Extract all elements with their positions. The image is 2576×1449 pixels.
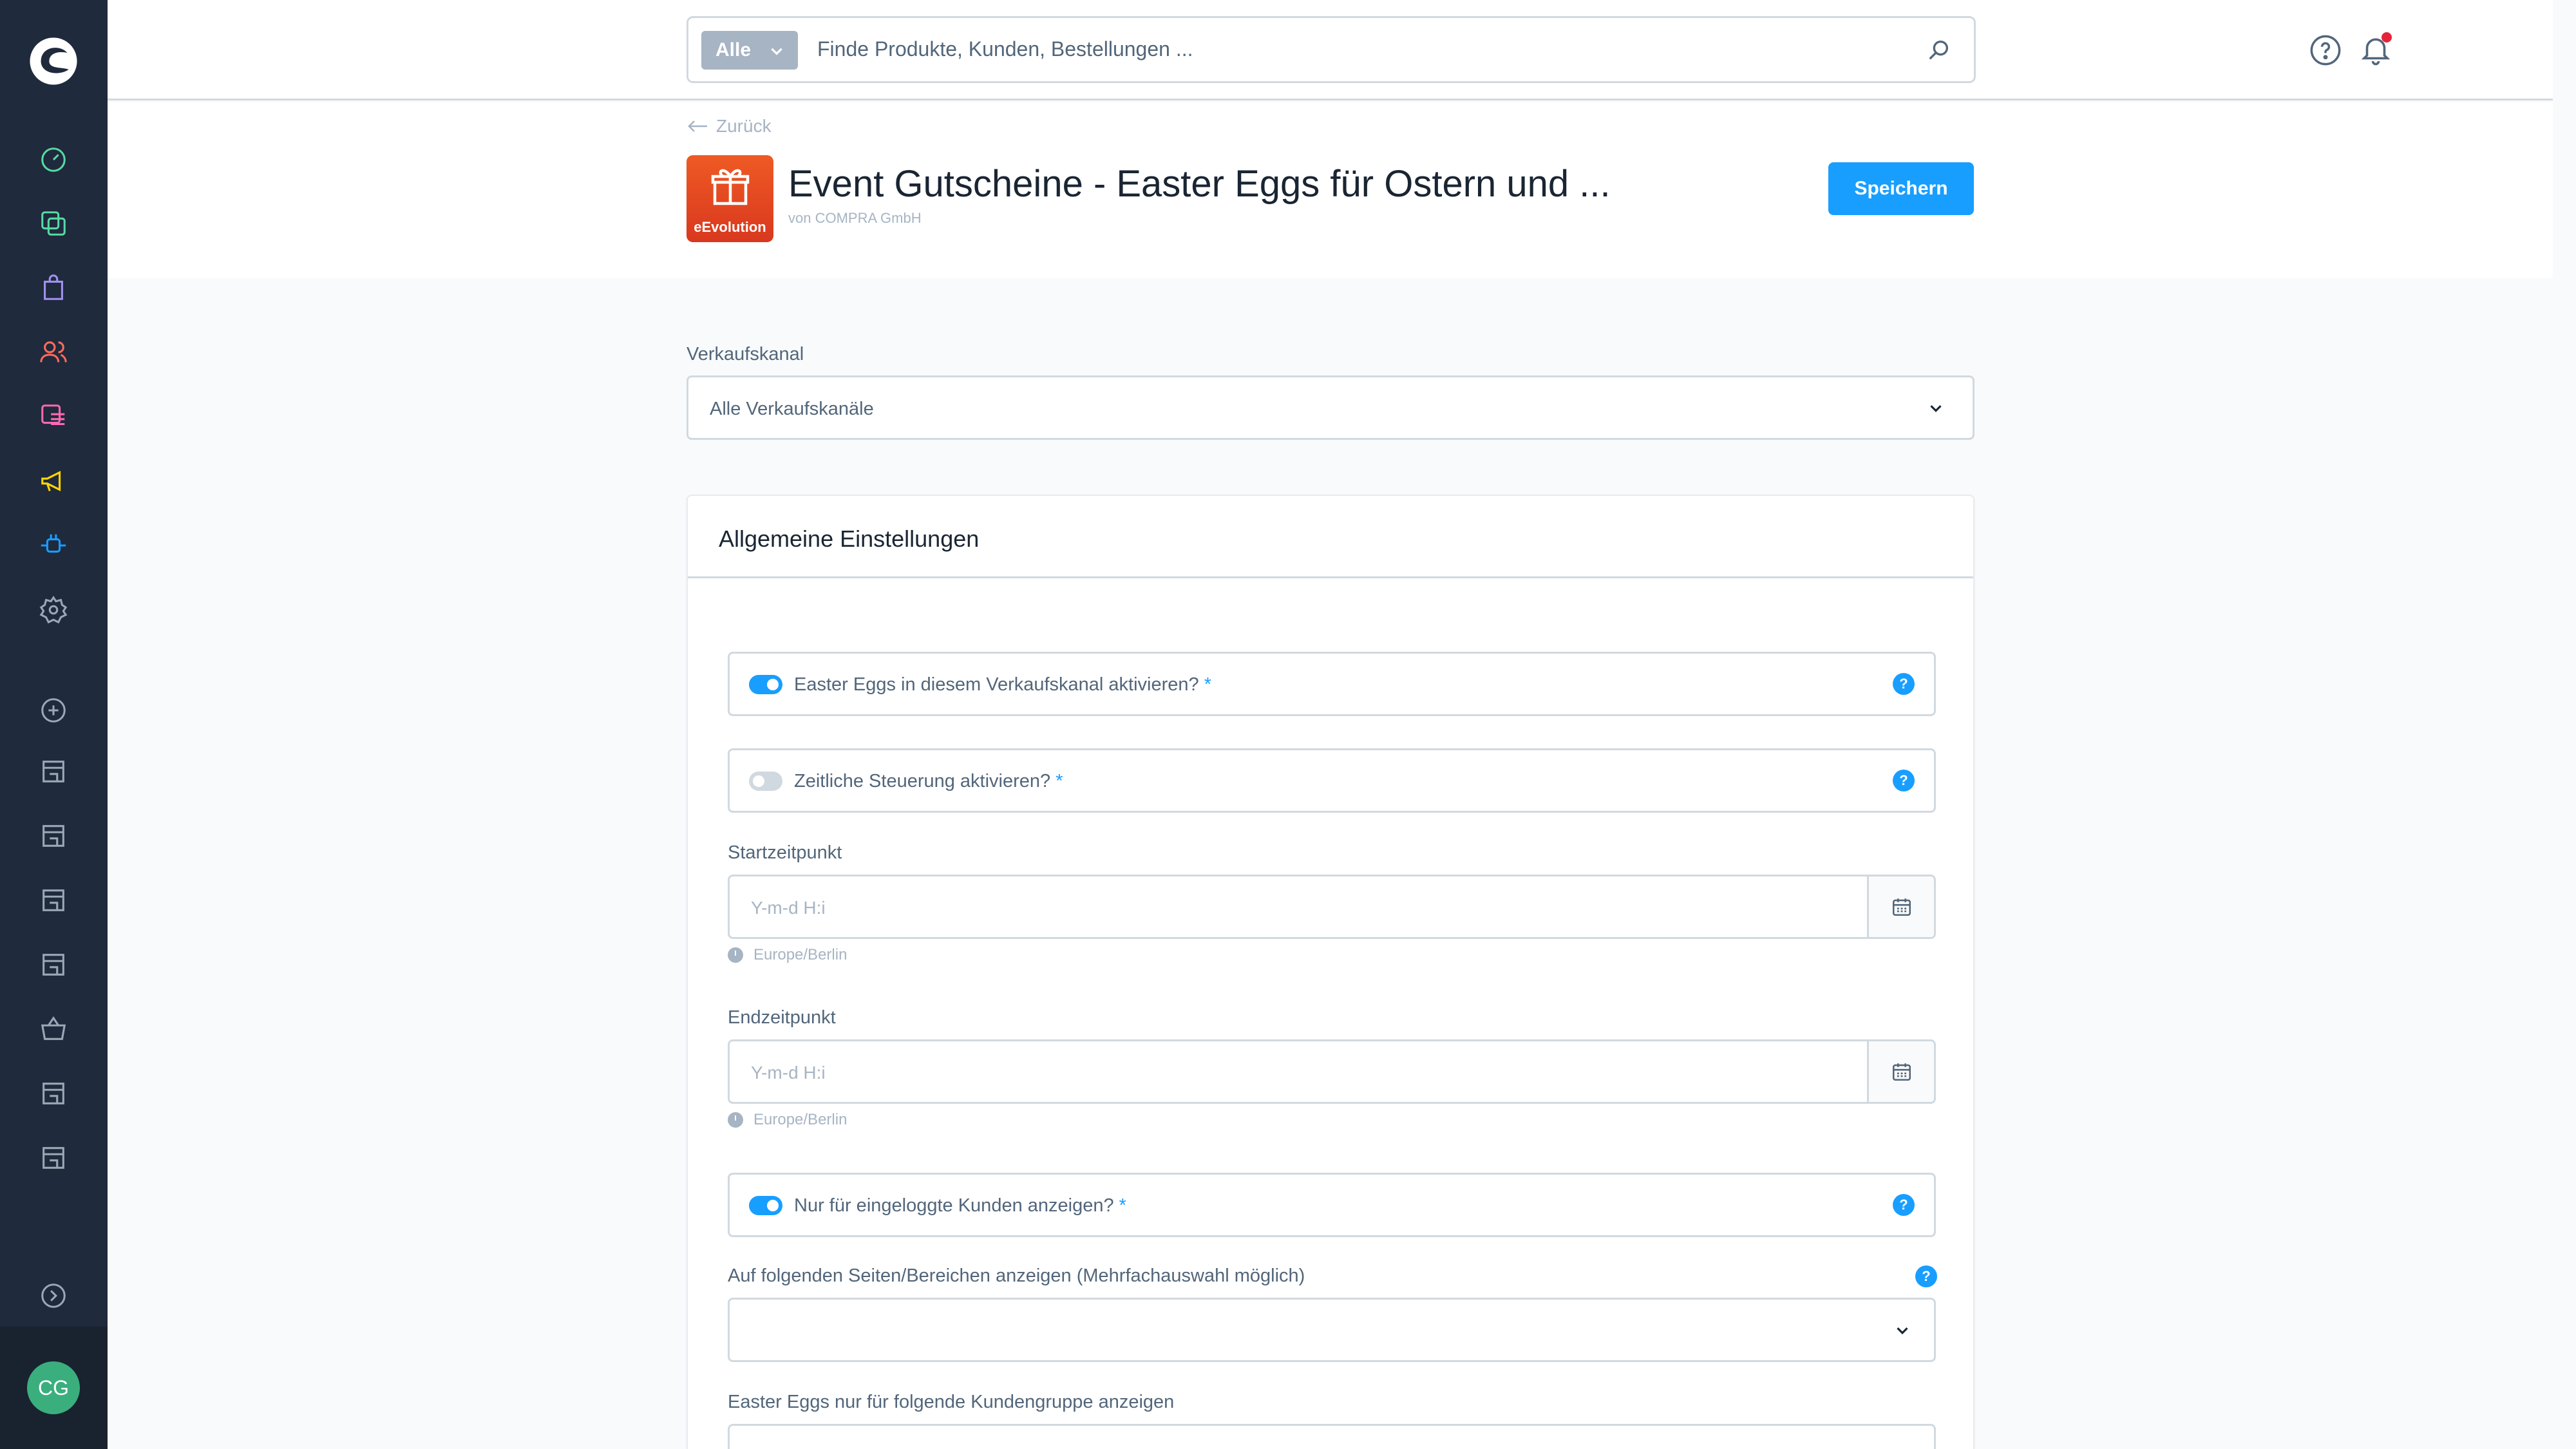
- top-bar: Alle Finde Produkte, Kunden, Bestellunge…: [108, 0, 2553, 100]
- start-datetime-input[interactable]: Y-m-d H:i: [728, 875, 1936, 939]
- end-timezone-text: Europe/Berlin: [753, 1111, 848, 1128]
- sidebar: CG: [0, 0, 108, 1449]
- card-title: Allgemeine Einstellungen: [719, 526, 980, 552]
- general-settings-card: Allgemeine Einstellungen Easter Eggs in …: [687, 495, 1975, 1449]
- back-label: Zurück: [716, 116, 772, 136]
- chevron-down-icon: [771, 48, 782, 55]
- storefront-icon[interactable]: [36, 819, 71, 853]
- app-logo-text: eEvolution: [694, 219, 766, 235]
- search-bar[interactable]: Alle Finde Produkte, Kunden, Bestellunge…: [687, 16, 1976, 83]
- help-icon[interactable]: ?: [1893, 770, 1915, 791]
- activate-label: Easter Eggs in diesem Verkaufskanal akti…: [794, 674, 1211, 696]
- chevron-down-icon: [1930, 405, 1942, 412]
- schedule-toggle[interactable]: [749, 772, 782, 791]
- storefront-icon[interactable]: [36, 947, 71, 982]
- search-icon[interactable]: [1926, 37, 1951, 63]
- end-timezone: Europe/Berlin: [728, 1111, 847, 1129]
- avatar[interactable]: CG: [27, 1361, 80, 1414]
- storefront-icon[interactable]: [36, 1141, 71, 1175]
- toggle-knob: [767, 1200, 779, 1211]
- logged-in-label-text: Nur für eingeloggte Kunden anzeigen?: [794, 1195, 1114, 1216]
- app-logo: eEvolution: [687, 155, 773, 242]
- start-timezone-text: Europe/Berlin: [753, 946, 848, 963]
- card-header: Allgemeine Einstellungen: [688, 496, 1973, 578]
- calendar-icon: [1892, 898, 1911, 916]
- page-subtitle: von COMPRA GmbH: [788, 210, 922, 226]
- back-link[interactable]: Zurück: [687, 116, 772, 137]
- required-mark: *: [1204, 674, 1212, 695]
- search-input[interactable]: Finde Produkte, Kunden, Bestellungen ...: [817, 37, 1193, 61]
- help-icon[interactable]: [2309, 33, 2342, 67]
- schedule-field: Zeitliche Steuerung aktivieren? * ?: [728, 748, 1936, 813]
- catalog-icon[interactable]: [36, 206, 71, 241]
- storefront-icon[interactable]: [36, 883, 71, 918]
- clock-icon: [728, 1112, 743, 1128]
- end-datetime-input[interactable]: Y-m-d H:i: [728, 1039, 1936, 1104]
- activate-field: Easter Eggs in diesem Verkaufskanal akti…: [728, 652, 1936, 716]
- save-button[interactable]: Speichern: [1828, 162, 1974, 215]
- clock-icon: [728, 947, 743, 963]
- add-sales-channel-icon[interactable]: [36, 693, 71, 728]
- pages-label: Auf folgenden Seiten/Bereichen anzeigen …: [728, 1265, 1305, 1286]
- pages-multiselect[interactable]: [728, 1298, 1936, 1362]
- orders-icon[interactable]: [36, 270, 71, 305]
- start-timezone: Europe/Berlin: [728, 946, 847, 964]
- required-mark: *: [1119, 1195, 1126, 1216]
- start-placeholder: Y-m-d H:i: [751, 898, 826, 918]
- expand-sidebar-icon[interactable]: [36, 1278, 71, 1313]
- activate-toggle[interactable]: [749, 675, 782, 694]
- page-title: Event Gutscheine - Easter Eggs für Oster…: [788, 163, 1611, 205]
- customer-group-select[interactable]: [728, 1424, 1936, 1449]
- basket-icon[interactable]: [36, 1012, 71, 1046]
- sales-channel-label: Verkaufskanal: [687, 344, 804, 365]
- activate-label-text: Easter Eggs in diesem Verkaufskanal akti…: [794, 674, 1199, 695]
- end-calendar-button[interactable]: [1867, 1041, 1934, 1102]
- logged-in-label: Nur für eingeloggte Kunden anzeigen? *: [794, 1195, 1126, 1217]
- required-mark: *: [1056, 771, 1063, 791]
- start-label: Startzeitpunkt: [728, 842, 842, 863]
- chevron-down-icon: [1897, 1327, 1908, 1334]
- marketing-icon[interactable]: [36, 464, 71, 498]
- logged-in-toggle[interactable]: [749, 1196, 782, 1215]
- storefront-icon[interactable]: [36, 754, 71, 789]
- arrow-left-icon: [688, 120, 707, 132]
- shopware-logo-icon[interactable]: [26, 33, 81, 89]
- settings-icon[interactable]: [36, 592, 71, 627]
- extensions-icon[interactable]: [36, 528, 71, 563]
- storefront-icon[interactable]: [36, 1076, 71, 1111]
- end-placeholder: Y-m-d H:i: [751, 1063, 826, 1083]
- help-icon[interactable]: ?: [1893, 1194, 1915, 1216]
- sales-channel-select[interactable]: Alle Verkaufskanäle: [687, 375, 1975, 440]
- search-type-label: Alle: [715, 39, 752, 61]
- search-type-select[interactable]: Alle: [701, 31, 798, 70]
- notification-badge: [2382, 32, 2392, 43]
- calendar-icon: [1892, 1063, 1911, 1081]
- help-icon[interactable]: ?: [1915, 1265, 1937, 1287]
- schedule-label-text: Zeitliche Steuerung aktivieren?: [794, 771, 1051, 791]
- start-calendar-button[interactable]: [1867, 876, 1934, 937]
- content-icon[interactable]: [36, 399, 71, 434]
- toggle-knob: [767, 679, 779, 690]
- customer-group-label: Easter Eggs nur für folgende Kundengrupp…: [728, 1392, 1175, 1412]
- gift-box-icon: [711, 169, 750, 205]
- customers-icon[interactable]: [36, 335, 71, 370]
- sales-channel-value: Alle Verkaufskanäle: [710, 399, 874, 419]
- schedule-label: Zeitliche Steuerung aktivieren? *: [794, 771, 1063, 792]
- help-icon[interactable]: ?: [1893, 673, 1915, 695]
- dashboard-icon[interactable]: [36, 142, 71, 177]
- end-label: Endzeitpunkt: [728, 1007, 836, 1028]
- toggle-knob: [753, 775, 764, 787]
- logged-in-field: Nur für eingeloggte Kunden anzeigen? * ?: [728, 1173, 1936, 1237]
